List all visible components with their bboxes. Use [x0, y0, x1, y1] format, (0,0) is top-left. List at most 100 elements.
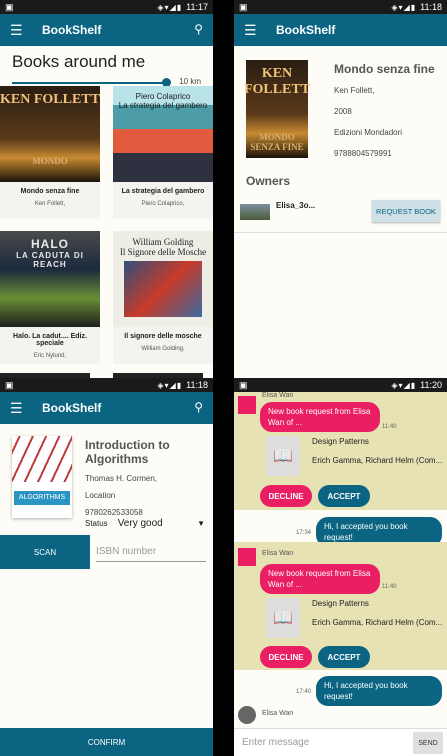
book-cover: HALO LA CADUTA DI REACH	[0, 231, 100, 327]
owner-name: Elisa_3o...	[276, 201, 316, 210]
status-bar: ▣ ◈▾◢▮ 11:18	[234, 0, 447, 14]
add-book-screen: ▣ ◈▾◢▮ 11:18 ☰ BookShelf ⚲ ALGORITHMS Int…	[0, 378, 213, 756]
book-author: Ken Follett,	[334, 86, 375, 95]
book-authors: Erich Gamma, Richard Helm (Com...	[312, 618, 443, 627]
book-title: Mondo senza fine	[20, 188, 80, 195]
page-title: Books around me	[12, 52, 146, 71]
book-icon: 📖	[266, 598, 300, 638]
cover-title: ALGORITHMS	[14, 491, 70, 505]
divider	[234, 232, 447, 233]
book-info: Introduction to Algorithms Thomas H. Cor…	[85, 438, 213, 525]
accept-button[interactable]: ACCEPT	[318, 646, 370, 668]
image-icon: ▣	[239, 1, 248, 12]
message-time: 17:40	[296, 689, 312, 695]
reply-bubble: Hi, I accepted you book request!	[316, 676, 442, 706]
app-title: BookShelf	[42, 23, 102, 37]
owners-heading: Owners	[246, 174, 291, 188]
status-icons: ◈▾◢▮	[157, 380, 183, 390]
owner-avatar	[240, 204, 270, 220]
request-book-button[interactable]: REQUEST BOOK	[372, 200, 440, 222]
message-time: 17:34	[296, 530, 312, 536]
cover-artwork	[124, 261, 202, 317]
request-message: Elisa Wan New book request from Elisa Wa…	[234, 542, 447, 670]
owner-row: Elisa_3o... REQUEST BOOK	[240, 200, 440, 226]
cover-title: MONDO SENZA FINE	[250, 132, 304, 152]
image-icon: ▣	[5, 1, 14, 12]
book-author: Thomas H. Cormen,	[85, 474, 158, 483]
chevron-down-icon: ▼	[197, 519, 205, 528]
app-title: BookShelf	[42, 401, 102, 415]
cover-title: HALO	[31, 237, 69, 251]
confirm-button[interactable]: CONFIRM	[0, 728, 213, 756]
book-card[interactable]: William Golding Il Signore delle Mosche I…	[113, 231, 213, 364]
message-input[interactable]: Enter message	[242, 737, 309, 748]
app-bar: ☰ BookShelf	[234, 14, 447, 46]
book-cover: William Golding Il Signore delle Mosche	[113, 231, 213, 327]
request-message: Elisa Wan New book request from Elisa Wa…	[234, 392, 447, 510]
status-value: Very good	[117, 518, 163, 529]
book-author: Piero Colaprico,	[141, 201, 185, 207]
cover-author: Piero Colaprico	[135, 92, 191, 101]
cover-author: KEN FOLLETT	[0, 92, 100, 107]
chat-screen: ▣ ◈▾◢▮ 11:20 Elisa Wan New book request f…	[234, 378, 447, 756]
clock: 11:17	[186, 2, 208, 12]
search-icon[interactable]: ⚲	[194, 22, 203, 36]
status-icons: ◈▾◢▮	[391, 380, 417, 390]
menu-icon[interactable]: ☰	[10, 22, 32, 39]
menu-icon[interactable]: ☰	[10, 400, 32, 417]
book-title: Halo. La cadut.... Ediz. speciale	[13, 333, 87, 347]
request-bubble: New book request from Elisa Wan of ...	[260, 564, 380, 594]
book-author: William Golding,	[141, 346, 185, 352]
book-title: La strategia del gambero	[121, 188, 205, 195]
message-input-bar: Enter message SEND	[234, 728, 447, 756]
decline-button[interactable]: DECLINE	[260, 646, 312, 668]
cover-author: William Golding	[132, 237, 194, 247]
book-author: Ken Follett,	[34, 201, 66, 207]
cover-artwork	[12, 436, 72, 482]
book-cover: KEN FOLLETT MONDO SENZA FINE	[243, 60, 311, 158]
status-bar: ▣ ◈▾◢▮ 11:18	[0, 378, 213, 392]
status-select[interactable]: Status Very good ▼	[85, 518, 205, 529]
book-location: Location	[85, 491, 116, 500]
book-isbn: 9788804579991	[334, 149, 392, 158]
book-cover: ALGORITHMS	[12, 436, 72, 518]
book-cover: Piero Colaprico La strategia del gambero	[113, 86, 213, 182]
book-icon: 📖	[266, 436, 300, 476]
request-bubble: New book request from Elisa Wan of ...	[260, 402, 380, 432]
book-publisher: Edizioni Mondadori	[334, 128, 403, 137]
book-card[interactable]: Piero Colaprico La strategia del gambero …	[113, 86, 213, 219]
book-authors: Erich Gamma, Richard Helm (Com...	[312, 456, 443, 465]
message-time: 11:40	[382, 584, 397, 590]
book-author: Eric Nylund,	[33, 353, 67, 359]
sender-avatar	[238, 548, 256, 566]
send-button[interactable]: SEND	[413, 732, 443, 754]
book-detail-screen: ▣ ◈▾◢▮ 11:18 ☰ BookShelf KEN FOLLETT MONDO…	[234, 0, 447, 378]
sender-name: Elisa Wan	[262, 550, 294, 557]
book-year: 2008	[334, 107, 352, 116]
status-icons: ◈▾◢▮	[157, 2, 183, 12]
menu-icon[interactable]: ☰	[244, 22, 266, 39]
message-time: 11:40	[382, 424, 397, 430]
scan-button[interactable]: SCAN	[0, 535, 90, 569]
book-card[interactable]: HALO LA CADUTA DI REACH Halo. La cadut...…	[0, 231, 100, 364]
image-icon: ▣	[239, 379, 248, 390]
sender-avatar	[238, 396, 256, 414]
clock: 11:18	[186, 380, 208, 390]
search-icon[interactable]: ⚲	[194, 400, 203, 414]
book-info: Mondo senza fine Ken Follett, 2008 Edizi…	[334, 62, 435, 170]
app-bar: ☰ BookShelf ⚲	[0, 14, 213, 46]
isbn-input[interactable]: ISBN number	[96, 546, 206, 562]
decline-button[interactable]: DECLINE	[260, 485, 312, 507]
book-isbn: 9780262533058	[85, 508, 143, 517]
app-title: BookShelf	[276, 23, 336, 37]
status-bar: ▣ ◈▾◢▮ 11:20	[234, 378, 447, 392]
sender-name: Elisa Wan	[262, 710, 294, 717]
book-card[interactable]: KEN FOLLETT MONDO Mondo senza fine Ken Fo…	[0, 86, 100, 219]
cover-author: KEN FOLLETT	[243, 66, 311, 97]
book-cover: KEN FOLLETT MONDO	[0, 86, 100, 182]
status-label: Status	[85, 519, 108, 528]
image-icon: ▣	[5, 379, 14, 390]
book-title: Mondo senza fine	[334, 62, 435, 76]
book-title: Design Patterns	[312, 599, 369, 608]
accept-button[interactable]: ACCEPT	[318, 485, 370, 507]
